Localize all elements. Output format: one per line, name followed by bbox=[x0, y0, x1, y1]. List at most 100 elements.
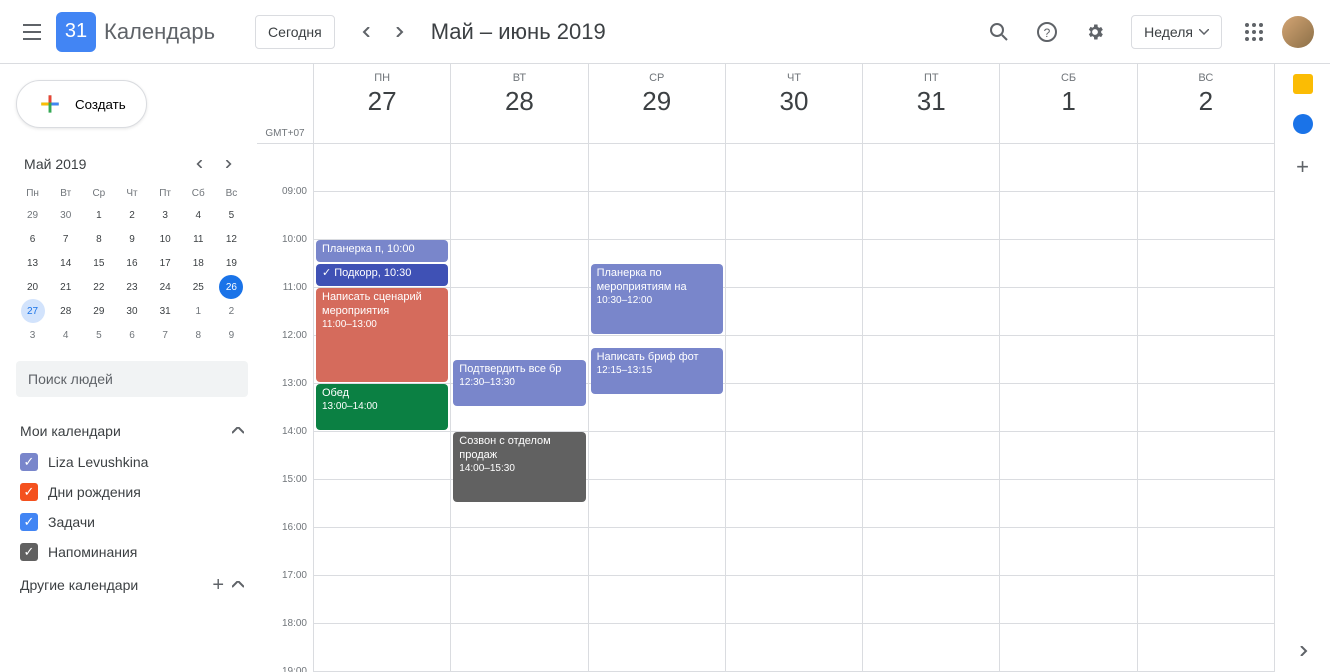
avatar[interactable] bbox=[1282, 16, 1314, 48]
calendar-event[interactable]: Написать бриф фот12:15–13:15 bbox=[591, 348, 723, 394]
mini-day[interactable]: 6 bbox=[21, 227, 45, 251]
mini-day[interactable]: 26 bbox=[219, 275, 243, 299]
calendar-item[interactable]: ✓ Задачи bbox=[16, 507, 248, 537]
mini-day[interactable]: 8 bbox=[87, 227, 111, 251]
calendar-event[interactable]: Написать сценарий мероприятия11:00–13:00 bbox=[316, 288, 448, 382]
my-calendars-header[interactable]: Мои календари bbox=[16, 415, 248, 447]
keep-icon[interactable] bbox=[1293, 74, 1313, 94]
day-header[interactable]: СБ1 bbox=[999, 64, 1136, 143]
checkbox-icon[interactable]: ✓ bbox=[20, 543, 38, 561]
mini-day[interactable]: 9 bbox=[120, 227, 144, 251]
day-header[interactable]: ПТ31 bbox=[862, 64, 999, 143]
mini-day[interactable]: 3 bbox=[153, 203, 177, 227]
day-column[interactable] bbox=[999, 144, 1136, 672]
checkbox-icon[interactable]: ✓ bbox=[20, 453, 38, 471]
add-calendar-button[interactable]: + bbox=[212, 575, 224, 595]
sidebar: Создать Май 2019 ПнВтСрЧтПтСбВс293012345… bbox=[0, 64, 256, 672]
calendar-item[interactable]: ✓Liza Levushkina bbox=[16, 447, 248, 477]
mini-day[interactable]: 7 bbox=[153, 323, 177, 347]
mini-day[interactable]: 14 bbox=[54, 251, 78, 275]
mini-day[interactable]: 18 bbox=[186, 251, 210, 275]
mini-day[interactable]: 3 bbox=[21, 323, 45, 347]
hide-panel-button[interactable] bbox=[1298, 646, 1308, 656]
mini-day[interactable]: 23 bbox=[120, 275, 144, 299]
mini-day[interactable]: 25 bbox=[186, 275, 210, 299]
mini-calendar[interactable]: ПнВтСрЧтПтСбВс29301234567891011121314151… bbox=[16, 184, 248, 347]
mini-day[interactable]: 22 bbox=[87, 275, 111, 299]
help-icon[interactable]: ? bbox=[1027, 12, 1067, 52]
mini-day[interactable]: 29 bbox=[87, 299, 111, 323]
mini-day[interactable]: 2 bbox=[120, 203, 144, 227]
mini-day[interactable]: 12 bbox=[219, 227, 243, 251]
mini-day[interactable]: 31 bbox=[153, 299, 177, 323]
day-header[interactable]: ПН27 bbox=[313, 64, 450, 143]
day-header[interactable]: СР29 bbox=[588, 64, 725, 143]
mini-day[interactable]: 19 bbox=[219, 251, 243, 275]
day-column[interactable] bbox=[1137, 144, 1274, 672]
mini-day[interactable]: 30 bbox=[120, 299, 144, 323]
settings-icon[interactable] bbox=[1075, 12, 1115, 52]
calendar-event[interactable]: Созвон с отделом продаж14:00–15:30 bbox=[453, 432, 585, 502]
mini-day[interactable]: 1 bbox=[87, 203, 111, 227]
calendar-event[interactable]: Планерка по мероприятиям на10:30–12:00 bbox=[591, 264, 723, 334]
create-button[interactable]: Создать bbox=[16, 80, 147, 128]
mini-day[interactable]: 30 bbox=[54, 203, 78, 227]
mini-day[interactable]: 1 bbox=[186, 299, 210, 323]
calendar-item[interactable]: ✓Дни рождения bbox=[16, 477, 248, 507]
apps-icon[interactable] bbox=[1234, 12, 1274, 52]
mini-day[interactable]: 6 bbox=[120, 323, 144, 347]
calendar-item[interactable]: ✓Напоминания bbox=[16, 537, 248, 567]
mini-day[interactable]: 15 bbox=[87, 251, 111, 275]
day-header[interactable]: ВС2 bbox=[1137, 64, 1274, 143]
next-week-button[interactable] bbox=[383, 16, 415, 48]
mini-day[interactable]: 10 bbox=[153, 227, 177, 251]
mini-dow: Сб bbox=[182, 184, 215, 203]
day-column[interactable] bbox=[725, 144, 862, 672]
mini-day[interactable]: 4 bbox=[186, 203, 210, 227]
mini-next-button[interactable] bbox=[216, 152, 240, 176]
day-header[interactable]: ЧТ30 bbox=[725, 64, 862, 143]
checkbox-icon[interactable]: ✓ bbox=[20, 483, 38, 501]
prev-week-button[interactable] bbox=[351, 16, 383, 48]
day-column[interactable]: Планерка по мероприятиям на10:30–12:00 На… bbox=[588, 144, 725, 672]
mini-day[interactable]: 29 bbox=[21, 203, 45, 227]
mini-day[interactable]: 13 bbox=[21, 251, 45, 275]
day-column[interactable] bbox=[862, 144, 999, 672]
mini-day[interactable]: 17 bbox=[153, 251, 177, 275]
mini-day[interactable]: 16 bbox=[120, 251, 144, 275]
mini-day[interactable]: 27 bbox=[21, 299, 45, 323]
search-people-input[interactable]: Поиск людей bbox=[16, 361, 248, 397]
mini-day[interactable]: 28 bbox=[54, 299, 78, 323]
tasks-icon[interactable] bbox=[1293, 114, 1313, 134]
mini-day[interactable]: 2 bbox=[219, 299, 243, 323]
calendar-event[interactable]: Подтвердить все бр12:30–13:30 bbox=[453, 360, 585, 406]
day-header[interactable]: ВТ28 bbox=[450, 64, 587, 143]
add-addon-button[interactable]: + bbox=[1296, 154, 1309, 180]
mini-day[interactable]: 5 bbox=[87, 323, 111, 347]
other-calendars-header[interactable]: Другие календари + bbox=[16, 567, 248, 603]
day-column[interactable]: Планерка п, 10:00✓ Подкорр, 10:30Написат… bbox=[313, 144, 450, 672]
mini-prev-button[interactable] bbox=[188, 152, 212, 176]
mini-day[interactable]: 9 bbox=[219, 323, 243, 347]
search-icon[interactable] bbox=[979, 12, 1019, 52]
calendar-event[interactable]: ✓ Подкорр, 10:30 bbox=[316, 264, 448, 286]
mini-day[interactable]: 11 bbox=[186, 227, 210, 251]
mini-day[interactable]: 5 bbox=[219, 203, 243, 227]
right-rail: + bbox=[1274, 64, 1330, 672]
calendar-grid: GMT+07ПН27ВТ28СР29ЧТ30ПТ31СБ1ВС2 09:0010… bbox=[256, 64, 1274, 672]
calendar-event[interactable]: Обед13:00–14:00 bbox=[316, 384, 448, 430]
chevron-down-icon bbox=[1199, 29, 1209, 35]
mini-day[interactable]: 24 bbox=[153, 275, 177, 299]
mini-day[interactable]: 7 bbox=[54, 227, 78, 251]
mini-day[interactable]: 21 bbox=[54, 275, 78, 299]
calendar-label: Задачи bbox=[48, 514, 95, 530]
mini-day[interactable]: 4 bbox=[54, 323, 78, 347]
mini-day[interactable]: 8 bbox=[186, 323, 210, 347]
calendar-event[interactable]: Планерка п, 10:00 bbox=[316, 240, 448, 262]
day-column[interactable]: Подтвердить все бр12:30–13:30 Созвон с от… bbox=[450, 144, 587, 672]
view-select[interactable]: Неделя bbox=[1131, 15, 1222, 49]
checkbox-icon[interactable]: ✓ bbox=[20, 513, 38, 531]
mini-day[interactable]: 20 bbox=[21, 275, 45, 299]
today-button[interactable]: Сегодня bbox=[255, 15, 335, 49]
menu-icon[interactable] bbox=[8, 8, 56, 56]
